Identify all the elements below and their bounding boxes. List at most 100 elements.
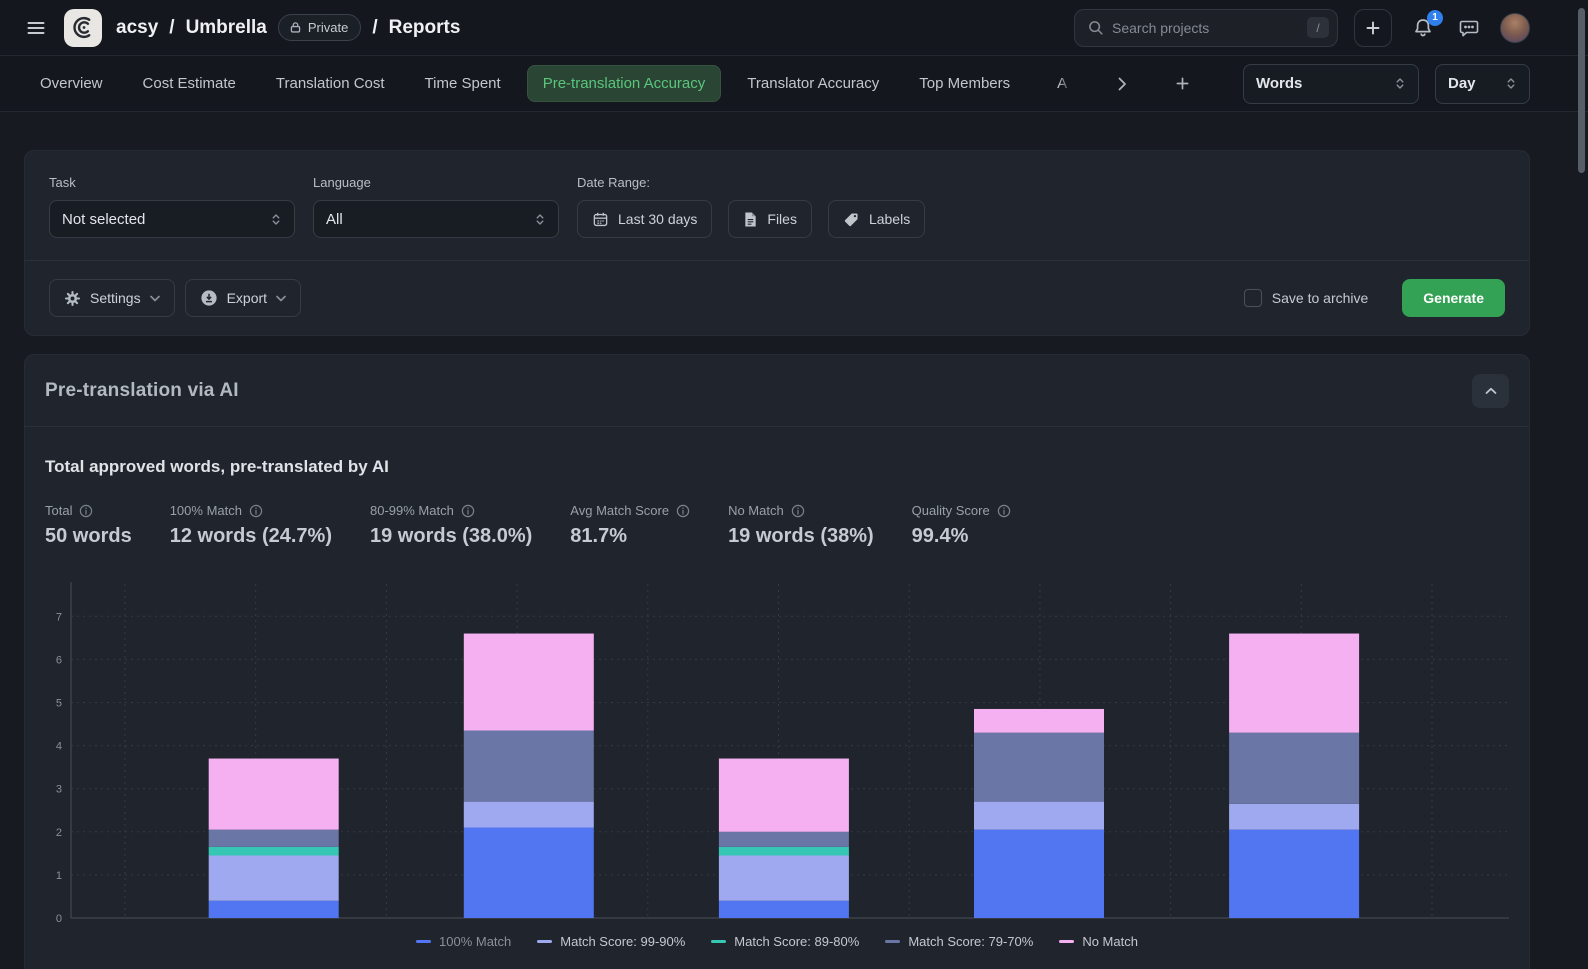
tab-cost-estimate[interactable]: Cost Estimate (143, 75, 236, 92)
info-icon[interactable] (676, 504, 690, 518)
create-project-button[interactable] (1354, 9, 1392, 47)
stat-label: 80-99% Match (370, 503, 454, 518)
tab-overflow-truncated[interactable]: A (1050, 75, 1074, 92)
add-report-tab-button[interactable] (1171, 72, 1194, 95)
legend-swatch (1059, 940, 1074, 943)
pretranslation-chart-canvas: 01234567 (45, 576, 1509, 930)
sort-arrows-icon (1394, 77, 1406, 90)
messages-button[interactable] (1454, 13, 1484, 43)
task-select[interactable]: Not selected (49, 200, 295, 238)
task-label: Task (49, 175, 295, 190)
hamburger-menu-button[interactable] (22, 14, 50, 42)
info-icon[interactable] (249, 504, 263, 518)
search-shortcut-hint: / (1307, 17, 1329, 38)
bar-segment[interactable] (1229, 830, 1359, 918)
bar-segment[interactable] (464, 634, 594, 731)
period-select[interactable]: Day (1435, 64, 1530, 104)
main-content: Task Not selected Language All (0, 150, 1588, 969)
user-avatar[interactable] (1500, 13, 1530, 43)
file-icon (743, 211, 758, 228)
files-filter-button[interactable]: Files (728, 200, 812, 238)
svg-text:7: 7 (56, 611, 62, 623)
logo-icon (71, 15, 96, 40)
stat-quality-score: Quality Score 99.4% (912, 503, 1011, 548)
stat-value: 99.4% (912, 525, 1011, 548)
stat-value: 12 words (24.7%) (170, 525, 332, 548)
chat-icon (1458, 17, 1480, 39)
caret-down-icon (276, 295, 286, 302)
legend-item-99-90[interactable]: Match Score: 99-90% (537, 934, 685, 949)
language-select[interactable]: All (313, 200, 559, 238)
notifications-button[interactable]: 1 (1408, 13, 1438, 43)
tag-icon (843, 211, 860, 228)
bar-segment[interactable] (209, 830, 339, 847)
bar-segment[interactable] (464, 802, 594, 828)
period-select-value: Day (1448, 75, 1476, 92)
legend-item-89-80[interactable]: Match Score: 89-80% (711, 934, 859, 949)
bar-segment[interactable] (464, 731, 594, 802)
tab-time-spent[interactable]: Time Spent (425, 75, 501, 92)
bar-segment[interactable] (719, 847, 849, 856)
tabs-scroll-right-button[interactable] (1114, 73, 1131, 95)
legend-item-no-match[interactable]: No Match (1059, 934, 1138, 949)
collapse-panel-button[interactable] (1472, 374, 1509, 408)
stat-value: 19 words (38.0%) (370, 525, 532, 548)
pretranslation-report-panel: Pre-translation via AI Total approved wo… (24, 354, 1530, 969)
bar-segment[interactable] (209, 847, 339, 856)
bar-segment[interactable] (209, 856, 339, 901)
bar-segment[interactable] (464, 827, 594, 918)
calendar-icon (592, 211, 609, 228)
search-box[interactable]: / (1074, 9, 1338, 47)
export-dropdown-button[interactable]: Export (185, 279, 301, 317)
vertical-scrollbar-thumb[interactable] (1578, 8, 1585, 173)
legend-item-100-match[interactable]: 100% Match (416, 934, 511, 949)
breadcrumb-page: Reports (389, 17, 461, 39)
bar-segment[interactable] (1229, 804, 1359, 830)
app-logo[interactable] (64, 9, 102, 47)
legend-item-79-70[interactable]: Match Score: 79-70% (885, 934, 1033, 949)
chevron-right-icon (1118, 77, 1127, 91)
breadcrumb-project[interactable]: Umbrella (186, 17, 267, 39)
tab-translation-cost[interactable]: Translation Cost (276, 75, 385, 92)
search-input[interactable] (1112, 20, 1299, 36)
bar-segment[interactable] (974, 802, 1104, 830)
bar-segment[interactable] (1229, 634, 1359, 733)
info-icon[interactable] (997, 504, 1011, 518)
info-icon[interactable] (461, 504, 475, 518)
report-tabs: Overview Cost Estimate Translation Cost … (0, 56, 1588, 112)
actions-row: Settings Export Save to archive Generate (25, 261, 1529, 335)
summary-stats: Total 50 words 100% Match 12 words (24.7… (45, 503, 1509, 548)
plus-icon (1365, 20, 1381, 36)
units-select-value: Words (1256, 75, 1302, 92)
bar-segment[interactable] (974, 709, 1104, 733)
date-range-button[interactable]: Last 30 days (577, 200, 712, 238)
save-to-archive-checkbox[interactable] (1244, 289, 1262, 307)
info-icon[interactable] (791, 504, 805, 518)
stat-label: 100% Match (170, 503, 242, 518)
tabbar-controls: Words Day (1243, 64, 1530, 104)
breadcrumb-org[interactable]: acsy (116, 17, 158, 39)
bar-segment[interactable] (209, 759, 339, 830)
generate-button[interactable]: Generate (1402, 279, 1505, 317)
date-range-label: Date Range: (577, 175, 925, 190)
stat-no-match: No Match 19 words (38%) (728, 503, 874, 548)
settings-dropdown-button[interactable]: Settings (49, 279, 175, 317)
tab-translator-accuracy[interactable]: Translator Accuracy (747, 75, 879, 92)
tab-overview[interactable]: Overview (40, 75, 103, 92)
tab-pre-translation-accuracy[interactable]: Pre-translation Accuracy (527, 65, 722, 102)
stat-80-99-match: 80-99% Match 19 words (38.0%) (370, 503, 532, 548)
bar-segment[interactable] (719, 832, 849, 847)
bar-segment[interactable] (974, 830, 1104, 918)
date-range-buttons: Last 30 days Files (577, 200, 925, 238)
bar-segment[interactable] (974, 733, 1104, 802)
bar-segment[interactable] (719, 901, 849, 918)
bar-segment[interactable] (209, 901, 339, 918)
task-field: Task Not selected (49, 175, 295, 238)
bar-segment[interactable] (719, 759, 849, 832)
units-select[interactable]: Words (1243, 64, 1419, 104)
labels-filter-button[interactable]: Labels (828, 200, 925, 238)
bar-segment[interactable] (719, 856, 849, 901)
info-icon[interactable] (79, 504, 93, 518)
bar-segment[interactable] (1229, 733, 1359, 804)
tab-top-members[interactable]: Top Members (919, 75, 1010, 92)
